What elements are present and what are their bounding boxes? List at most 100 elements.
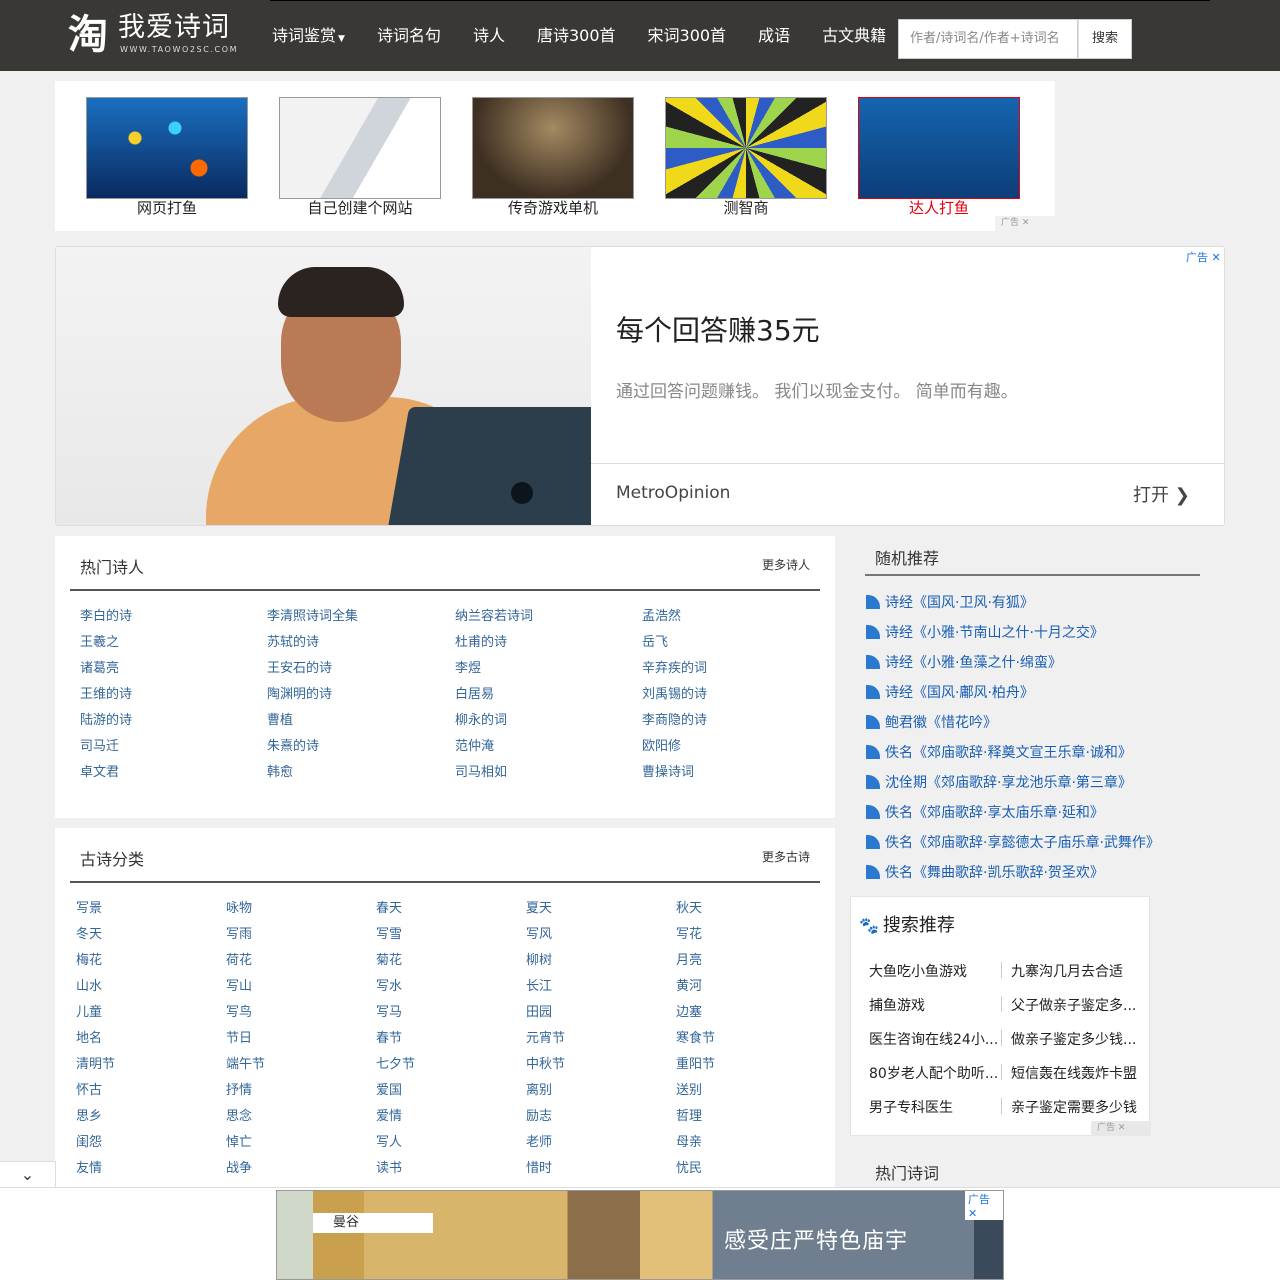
search-rec-item[interactable]: 男子专科医生 <box>869 1097 999 1117</box>
category-link[interactable]: 写人 <box>376 1131 402 1150</box>
ad-close-tag[interactable]: 广告 ✕ <box>1091 1121 1151 1136</box>
more-poets-link[interactable]: 更多诗人 <box>762 556 810 573</box>
category-link[interactable]: 山水 <box>76 975 102 994</box>
poet-link[interactable]: 李煜 <box>455 657 481 676</box>
category-link[interactable]: 边塞 <box>676 1001 702 1020</box>
random-rec-item[interactable]: 诗经《国风·鄘风·柏舟》 <box>866 682 1034 702</box>
category-link[interactable]: 送别 <box>676 1079 702 1098</box>
category-link[interactable]: 寒食节 <box>676 1027 715 1046</box>
category-link[interactable]: 田园 <box>526 1001 552 1020</box>
category-link[interactable]: 母亲 <box>676 1131 702 1150</box>
nav-guwen-dianji[interactable]: 古文典籍 <box>806 0 902 71</box>
poet-link[interactable]: 司马相如 <box>455 761 507 780</box>
search-button[interactable]: 搜索 <box>1078 19 1132 59</box>
random-rec-item[interactable]: 鲍君徽《惜花吟》 <box>866 712 997 732</box>
search-rec-item[interactable]: 做亲子鉴定多少钱... <box>1011 1029 1141 1049</box>
category-link[interactable]: 写鸟 <box>226 1001 252 1020</box>
ad-close-tag[interactable]: 广告 ✕ <box>1186 249 1221 265</box>
poet-link[interactable]: 曹操诗词 <box>642 761 694 780</box>
poet-link[interactable]: 卓文君 <box>80 761 119 780</box>
random-rec-item[interactable]: 佚名《舞曲歌辞·凯乐歌辞·贺圣欢》 <box>866 862 1104 882</box>
category-link[interactable]: 清明节 <box>76 1053 115 1072</box>
category-link[interactable]: 节日 <box>226 1027 252 1046</box>
category-link[interactable]: 春天 <box>376 897 402 916</box>
category-link[interactable]: 写马 <box>376 1001 402 1020</box>
poet-link[interactable]: 刘禹锡的诗 <box>642 683 707 702</box>
category-link[interactable]: 哲理 <box>676 1105 702 1124</box>
category-link[interactable]: 友情 <box>76 1157 102 1176</box>
category-link[interactable]: 重阳节 <box>676 1053 715 1072</box>
random-rec-item[interactable]: 沈佺期《郊庙歌辞·享龙池乐章·第三章》 <box>866 772 1132 792</box>
nav-chengyu[interactable]: 成语 <box>742 0 806 71</box>
category-link[interactable]: 元宵节 <box>526 1027 565 1046</box>
category-link[interactable]: 月亮 <box>676 949 702 968</box>
category-link[interactable]: 忧民 <box>676 1157 702 1176</box>
category-link[interactable]: 闺怨 <box>76 1131 102 1150</box>
category-link[interactable]: 黄河 <box>676 975 702 994</box>
category-link[interactable]: 写水 <box>376 975 402 994</box>
poet-link[interactable]: 诸葛亮 <box>80 657 119 676</box>
image-ad-item[interactable]: 测智商 <box>665 97 827 217</box>
random-rec-item[interactable]: 诗经《国风·卫风·有狐》 <box>866 592 1034 612</box>
image-ad-item[interactable]: 自己创建个网站 <box>279 97 441 217</box>
poet-link[interactable]: 范仲淹 <box>455 735 494 754</box>
nav-shici-jianshang[interactable]: 诗词鉴赏 ▼ <box>256 0 361 71</box>
random-rec-item[interactable]: 佚名《郊庙歌辞·释奠文宣王乐章·诚和》 <box>866 742 1132 762</box>
category-link[interactable]: 菊花 <box>376 949 402 968</box>
search-rec-item[interactable]: 捕鱼游戏 <box>869 995 999 1015</box>
category-link[interactable]: 悼亡 <box>226 1131 252 1150</box>
category-link[interactable]: 写山 <box>226 975 252 994</box>
category-link[interactable]: 爱情 <box>376 1105 402 1124</box>
big-banner-ad[interactable]: 每个回答赚35元 通过回答问题赚钱。 我们以现金支付。 简单而有趣。 Metro… <box>55 246 1225 526</box>
more-poems-link[interactable]: 更多古诗 <box>762 848 810 865</box>
ad-close-tag[interactable]: 广告 ✕ <box>965 1191 1003 1220</box>
category-link[interactable]: 怀古 <box>76 1079 102 1098</box>
search-rec-item[interactable]: 亲子鉴定需要多少钱 <box>1011 1097 1141 1117</box>
category-link[interactable]: 离别 <box>526 1079 552 1098</box>
category-link[interactable]: 战争 <box>226 1157 252 1176</box>
poet-link[interactable]: 朱熹的诗 <box>267 735 319 754</box>
search-rec-item[interactable]: 短信轰在线轰炸卡盟 <box>1011 1063 1141 1083</box>
category-link[interactable]: 春节 <box>376 1027 402 1046</box>
image-ad-item[interactable]: 网页打鱼 <box>86 97 248 217</box>
category-link[interactable]: 写景 <box>76 897 102 916</box>
site-logo[interactable]: 淘 我爱诗词 WWW.TAOWO2SC.COM <box>68 12 248 60</box>
category-link[interactable]: 梅花 <box>76 949 102 968</box>
poet-link[interactable]: 苏轼的诗 <box>267 631 319 650</box>
random-rec-item[interactable]: 佚名《郊庙歌辞·享太庙乐章·延和》 <box>866 802 1104 822</box>
poet-link[interactable]: 白居易 <box>455 683 494 702</box>
search-rec-item[interactable]: 父子做亲子鉴定多... <box>1011 995 1141 1015</box>
category-link[interactable]: 冬天 <box>76 923 102 942</box>
poet-link[interactable]: 李清照诗词全集 <box>267 605 358 624</box>
poet-link[interactable]: 陆游的诗 <box>80 709 132 728</box>
collapse-ad-button[interactable]: ⌄ <box>0 1161 56 1188</box>
category-link[interactable]: 咏物 <box>226 897 252 916</box>
poet-link[interactable]: 孟浩然 <box>642 605 681 624</box>
poet-link[interactable]: 韩愈 <box>267 761 293 780</box>
category-link[interactable]: 思念 <box>226 1105 252 1124</box>
category-link[interactable]: 读书 <box>376 1157 402 1176</box>
poet-link[interactable]: 王安石的诗 <box>267 657 332 676</box>
category-link[interactable]: 儿童 <box>76 1001 102 1020</box>
poet-link[interactable]: 李商隐的诗 <box>642 709 707 728</box>
category-link[interactable]: 写雪 <box>376 923 402 942</box>
ad-open-button[interactable]: 打开 ❯ <box>1133 481 1190 507</box>
category-link[interactable]: 写雨 <box>226 923 252 942</box>
random-rec-item[interactable]: 佚名《郊庙歌辞·享懿德太子庙乐章·武舞作》 <box>866 832 1160 852</box>
category-link[interactable]: 地名 <box>76 1027 102 1046</box>
poet-link[interactable]: 欧阳修 <box>642 735 681 754</box>
category-link[interactable]: 柳树 <box>526 949 552 968</box>
poet-link[interactable]: 纳兰容若诗词 <box>455 605 533 624</box>
category-link[interactable]: 夏天 <box>526 897 552 916</box>
category-link[interactable]: 惜时 <box>526 1157 552 1176</box>
category-link[interactable]: 励志 <box>526 1105 552 1124</box>
category-link[interactable]: 抒情 <box>226 1079 252 1098</box>
search-rec-item[interactable]: 80岁老人配个助听... <box>869 1063 999 1083</box>
category-link[interactable]: 七夕节 <box>376 1053 415 1072</box>
image-ad-item[interactable]: 达人打鱼 <box>858 97 1020 217</box>
poet-link[interactable]: 李白的诗 <box>80 605 132 624</box>
bottom-banner-ad[interactable]: 曼谷 感受庄严特色庙宇 广告 ✕ <box>276 1190 1004 1280</box>
nav-shiren[interactable]: 诗人 <box>457 0 521 71</box>
nav-songci300[interactable]: 宋词300首 <box>632 0 743 71</box>
search-rec-item[interactable]: 九寨沟几月去合适 <box>1011 961 1141 981</box>
